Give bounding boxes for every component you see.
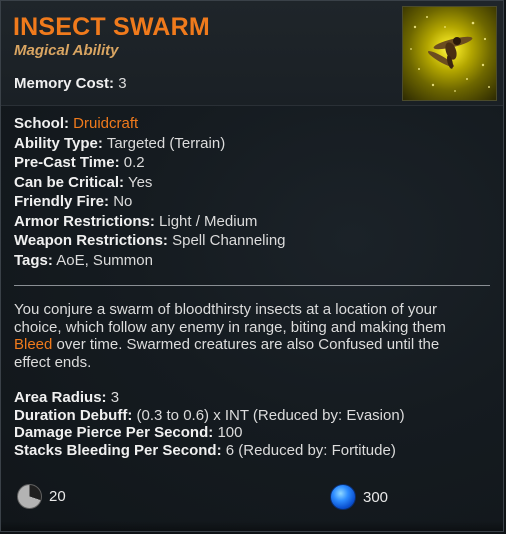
stat-value: Light / Medium [159,212,258,230]
stat-value: No [113,193,133,210]
ability-description: You conjure a swarm of bloodthirsty inse… [14,301,484,371]
mana-cost-indicator: 300 [330,484,388,510]
mana-icon [330,484,356,510]
cooldown-value: 20 [49,488,66,505]
cooldown-indicator: 20 [17,484,66,509]
detail-value: 100 [217,424,243,441]
stat-value: AoE, Summon [56,251,153,269]
detail-label: Area Radius: [14,389,107,406]
description-line: over time. Swarmed creatures are also Co… [52,336,440,353]
tooltip-header: INSECT SWARM Magical Ability Memory Cost… [1,1,503,106]
cooldown-icon [17,484,42,509]
ability-stats: School: Druidcraft Ability Type: Targete… [14,114,286,270]
stat-label: School: [14,115,69,132]
bleed-keyword: Bleed [14,336,53,353]
memory-cost-value: 3 [118,75,127,92]
stat-value: Targeted (Terrain) [106,134,226,152]
stat-value: Spell Channeling [172,232,286,249]
detail-damage-pierce: Damage Pierce Per Second: 100 [14,424,405,442]
description-line: effect ends. [14,353,92,371]
detail-duration-debuff: Duration Debuff: (0.3 to 0.6) x INT (Red… [14,407,405,425]
detail-value: 6 (Reduced by: Fortitude) [225,441,396,459]
memory-cost: Memory Cost: 3 [14,75,127,92]
stat-armor-restrictions: Armor Restrictions: Light / Medium [14,212,286,232]
stat-label: Tags: [14,251,53,269]
stat-label: Ability Type: [14,134,103,152]
description-line: You conjure a swarm of bloodthirsty inse… [14,301,438,318]
stat-label: Pre-Cast Time: [14,154,120,171]
stat-school: School: Druidcraft [14,114,286,134]
detail-label: Duration Debuff: [14,406,133,424]
section-divider [14,285,490,286]
stat-label: Armor Restrictions: [14,212,155,230]
mana-cost-value: 300 [363,488,389,506]
stat-friendly-fire: Friendly Fire: No [14,192,286,212]
stat-value: 0.2 [123,154,145,171]
detail-label: Stacks Bleeding Per Second: [14,441,222,459]
stat-label: Weapon Restrictions: [14,232,168,249]
stat-value: Yes [127,173,153,191]
stat-weapon-restrictions: Weapon Restrictions: Spell Channeling [14,231,286,251]
detail-label: Damage Pierce Per Second: [14,424,214,441]
detail-stacks-bleeding: Stacks Bleeding Per Second: 6 (Reduced b… [14,442,405,460]
bottom-edge [1,521,503,531]
ability-title: INSECT SWARM [13,13,210,41]
description-line: choice, which follow any enemy in range,… [14,318,446,336]
detail-area-radius: Area Radius: 3 [14,389,405,407]
insect-swarm-icon [402,6,497,101]
stat-label: Can be Critical: [14,173,125,191]
stat-can-be-critical: Can be Critical: Yes [14,173,286,193]
stat-ability-type: Ability Type: Targeted (Terrain) [14,134,286,154]
stat-label: Friendly Fire: [14,193,110,210]
stat-pre-cast-time: Pre-Cast Time: 0.2 [14,153,286,173]
detail-value: 3 [110,389,120,406]
ability-subtitle: Magical Ability [14,42,119,59]
ability-details: Area Radius: 3 Duration Debuff: (0.3 to … [14,389,405,459]
stat-tags: Tags: AoE, Summon [14,251,286,271]
detail-value: (0.3 to 0.6) x INT (Reduced by: Evasion) [136,406,405,424]
stat-value: Druidcraft [73,115,139,132]
ability-tooltip: INSECT SWARM Magical Ability Memory Cost… [0,0,504,532]
memory-cost-label: Memory Cost: [14,75,115,92]
